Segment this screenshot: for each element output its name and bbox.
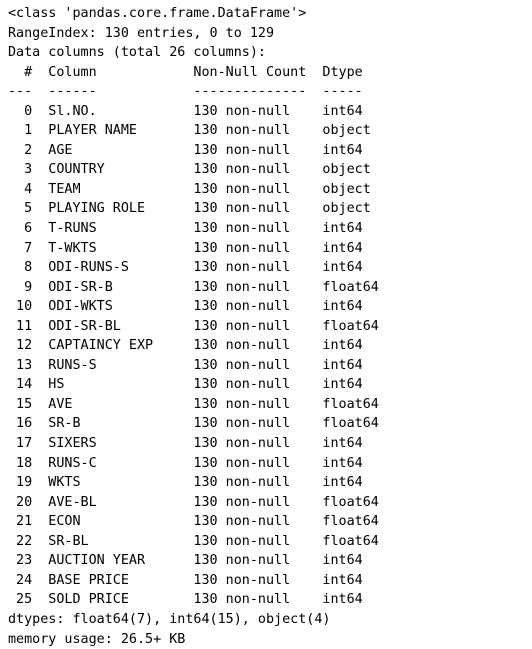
column-row-6: 6 T-RUNS 130 non-null int64 — [8, 219, 532, 239]
column-row-17: 17 SIXERS 130 non-null int64 — [8, 434, 532, 454]
column-row-2: 2 AGE 130 non-null int64 — [8, 141, 532, 161]
column-row-1: 1 PLAYER NAME 130 non-null object — [8, 121, 532, 141]
column-row-7: 7 T-WKTS 130 non-null int64 — [8, 239, 532, 259]
memory-usage-line: memory usage: 26.5+ KB — [8, 630, 532, 649]
column-row-9: 9 ODI-SR-B 130 non-null float64 — [8, 278, 532, 298]
class-line: <class 'pandas.core.frame.DataFrame'> — [8, 4, 532, 24]
column-row-3: 3 COUNTRY 130 non-null object — [8, 160, 532, 180]
range-index-line: RangeIndex: 130 entries, 0 to 129 — [8, 24, 532, 44]
column-row-23: 23 AUCTION YEAR 130 non-null int64 — [8, 551, 532, 571]
column-row-22: 22 SR-BL 130 non-null float64 — [8, 532, 532, 552]
column-table-rule: --- ------ -------------- ----- — [8, 82, 532, 102]
dataframe-info-output: <class 'pandas.core.frame.DataFrame'>Ran… — [0, 0, 532, 649]
column-row-18: 18 RUNS-C 130 non-null int64 — [8, 454, 532, 474]
data-columns-line: Data columns (total 26 columns): — [8, 43, 532, 63]
column-row-13: 13 RUNS-S 130 non-null int64 — [8, 356, 532, 376]
column-row-12: 12 CAPTAINCY EXP 130 non-null int64 — [8, 336, 532, 356]
column-row-11: 11 ODI-SR-BL 130 non-null float64 — [8, 317, 532, 337]
dtypes-line: dtypes: float64(7), int64(15), object(4) — [8, 610, 532, 630]
column-row-10: 10 ODI-WKTS 130 non-null int64 — [8, 297, 532, 317]
column-row-5: 5 PLAYING ROLE 130 non-null object — [8, 199, 532, 219]
column-row-8: 8 ODI-RUNS-S 130 non-null int64 — [8, 258, 532, 278]
column-table-header: # Column Non-Null Count Dtype — [8, 63, 532, 83]
column-row-19: 19 WKTS 130 non-null int64 — [8, 473, 532, 493]
column-row-21: 21 ECON 130 non-null float64 — [8, 512, 532, 532]
column-row-24: 24 BASE PRICE 130 non-null int64 — [8, 571, 532, 591]
column-row-20: 20 AVE-BL 130 non-null float64 — [8, 493, 532, 513]
column-row-0: 0 Sl.NO. 130 non-null int64 — [8, 102, 532, 122]
column-row-25: 25 SOLD PRICE 130 non-null int64 — [8, 590, 532, 610]
column-row-4: 4 TEAM 130 non-null object — [8, 180, 532, 200]
column-row-16: 16 SR-B 130 non-null float64 — [8, 414, 532, 434]
column-row-14: 14 HS 130 non-null int64 — [8, 375, 532, 395]
column-row-15: 15 AVE 130 non-null float64 — [8, 395, 532, 415]
